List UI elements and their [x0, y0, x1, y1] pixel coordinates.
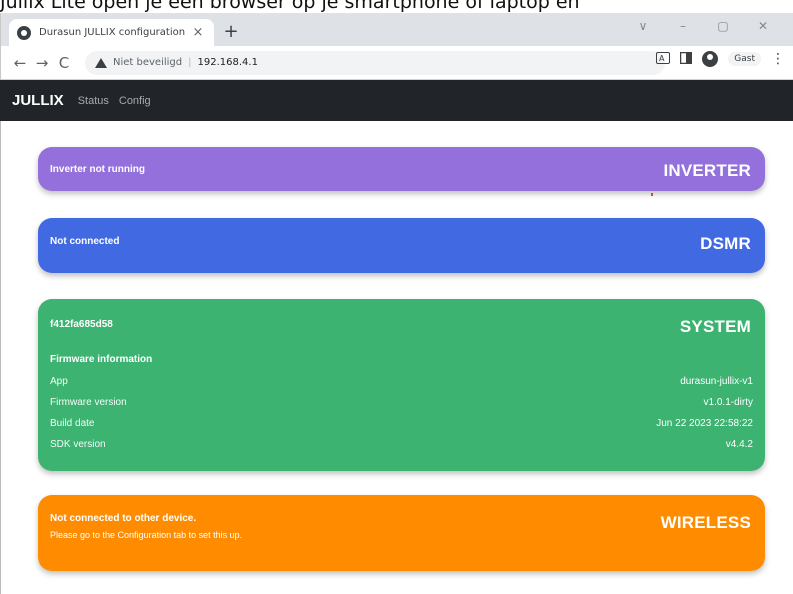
wireless-status: Not connected to other device.: [50, 513, 197, 524]
dsmr-card: Not connected DSMR: [38, 218, 765, 273]
menu-icon[interactable]: ⋮: [771, 51, 785, 67]
system-title: SYSTEM: [679, 317, 751, 336]
inverter-card: Inverter not running INVERTER: [38, 147, 765, 191]
tab-strip: Durasun JULLIX configuration × + ∨ – ▢ ✕: [1, 13, 793, 46]
wireless-hint: Please go to the Configuration tab to se…: [50, 530, 243, 540]
firmware-heading: Firmware information: [50, 354, 153, 365]
firmware-key: App: [50, 376, 68, 387]
back-arrow-icon[interactable]: ←: [9, 54, 31, 72]
address-separator: |: [188, 57, 192, 68]
forward-arrow-icon[interactable]: →: [31, 54, 53, 72]
firmware-value: v1.0.1-dirty: [703, 397, 753, 408]
browser-tab[interactable]: Durasun JULLIX configuration ×: [9, 19, 214, 46]
system-device-id: f412fa685d58: [50, 319, 113, 330]
reload-icon[interactable]: C: [53, 54, 75, 72]
warning-icon[interactable]: [95, 57, 107, 68]
maximize-icon[interactable]: ▢: [703, 15, 743, 37]
translate-icon[interactable]: A: [656, 51, 671, 67]
tab-close-icon[interactable]: ×: [190, 25, 206, 40]
side-panel-icon[interactable]: [680, 51, 693, 67]
window-controls: ∨ – ▢ ✕: [623, 15, 783, 37]
svg-text:A: A: [659, 54, 665, 63]
firmware-key: SDK version: [50, 439, 106, 450]
profile-label[interactable]: Gast: [728, 52, 761, 66]
browser-toolbar: ← → C Niet beveiligd | 192.168.4.1 A Gas…: [1, 46, 793, 80]
red-artifact: [651, 193, 653, 196]
close-window-icon[interactable]: ✕: [743, 15, 783, 37]
main-content: Inverter not running INVERTER Not connec…: [0, 121, 793, 594]
wireless-card: Not connected to other device. Please go…: [38, 495, 765, 571]
app-navbar: JULLIX Status Config: [0, 80, 793, 121]
wireless-title: WIRELESS: [660, 513, 751, 532]
security-label[interactable]: Niet beveiligd: [113, 57, 182, 68]
firmware-key: Firmware version: [50, 397, 127, 408]
tab-title: Durasun JULLIX configuration: [39, 27, 186, 38]
toolbar-actions: A Gast ⋮: [656, 51, 785, 67]
url-text[interactable]: 192.168.4.1: [198, 57, 258, 68]
nav-link-config[interactable]: Config: [119, 95, 151, 107]
firmware-value: v4.4.2: [725, 439, 753, 450]
dsmr-status: Not connected: [50, 236, 120, 247]
inverter-status: Inverter not running: [50, 164, 145, 175]
tab-search-icon[interactable]: ∨: [623, 15, 663, 37]
minimize-icon[interactable]: –: [663, 15, 703, 37]
firmware-value: durasun-jullix-v1: [680, 376, 753, 387]
browser-chrome: Durasun JULLIX configuration × + ∨ – ▢ ✕…: [0, 13, 793, 80]
nav-link-status[interactable]: Status: [78, 95, 109, 107]
page: Jullix Lite open je een browser op je sm…: [0, 0, 793, 594]
profile-avatar-icon[interactable]: [702, 51, 719, 67]
system-card: f412fa685d58 SYSTEM Firmware information…: [38, 299, 765, 471]
new-tab-icon[interactable]: +: [221, 21, 241, 42]
brand-logo[interactable]: JULLIX: [12, 92, 64, 109]
caption-text: Jullix Lite open je een browser op je sm…: [0, 0, 580, 13]
firmware-value: Jun 22 2023 22:58:22: [656, 418, 753, 429]
favicon-icon: [17, 25, 31, 40]
dsmr-title: DSMR: [700, 234, 751, 253]
inverter-title: INVERTER: [663, 161, 751, 180]
address-bar[interactable]: Niet beveiligd | 192.168.4.1: [85, 50, 665, 75]
firmware-key: Build date: [50, 418, 95, 429]
